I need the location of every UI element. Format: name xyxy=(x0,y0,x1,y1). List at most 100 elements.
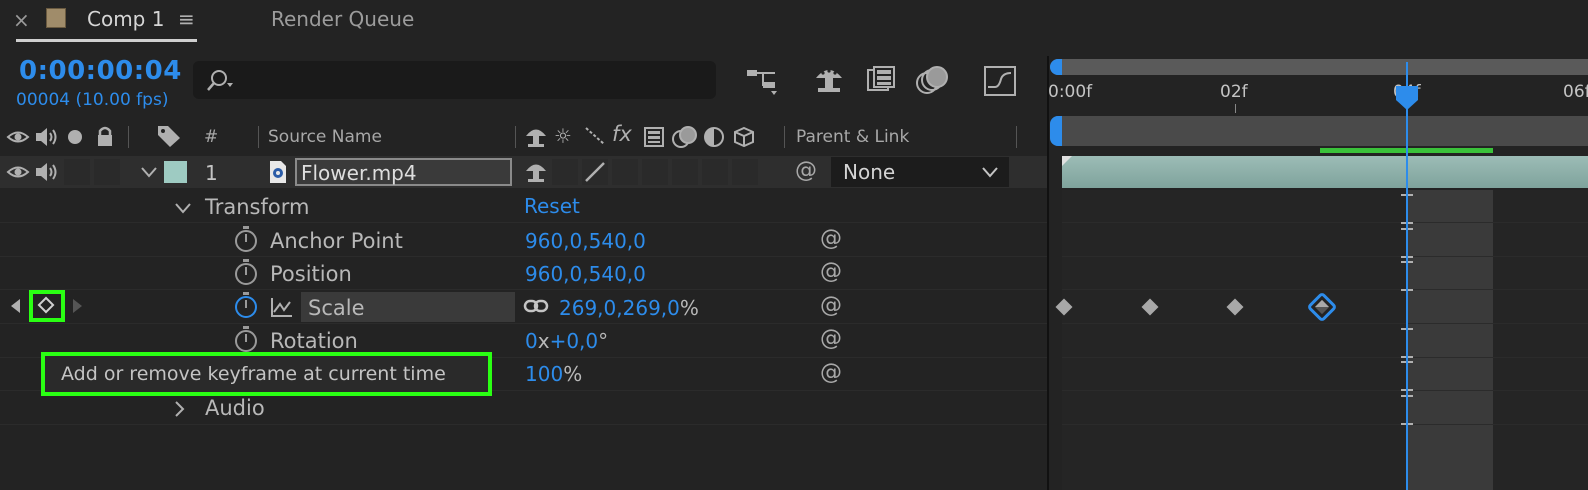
quality-header-icon xyxy=(585,127,605,145)
header-divider xyxy=(784,126,785,148)
current-time-display[interactable]: 0:00:00:04 xyxy=(19,56,182,86)
scale-pickwhip-icon[interactable]: @ xyxy=(820,293,842,318)
3d-layer-header-icon xyxy=(734,126,754,148)
ruler-label-start: 0:00f xyxy=(1048,82,1093,102)
work-area-shade xyxy=(1408,190,1493,490)
tab-comp-1[interactable]: Comp 1 xyxy=(87,7,164,31)
layer-lock-toggle[interactable] xyxy=(94,159,120,185)
anchor-point-stopwatch-icon[interactable] xyxy=(235,226,257,252)
layer-label-color-swatch[interactable] xyxy=(164,161,187,183)
playhead-handle-icon[interactable] xyxy=(1394,84,1420,112)
layer-index: 1 xyxy=(205,161,218,185)
rotation-value[interactable]: 0x+0,0° xyxy=(525,329,608,353)
position-value[interactable]: 960,0,540,0 xyxy=(525,262,646,286)
layer-duration-bar[interactable] xyxy=(1062,156,1588,188)
header-divider xyxy=(258,126,259,148)
row-divider xyxy=(0,424,1048,425)
layer-quality-switch[interactable] xyxy=(582,159,608,185)
work-area-bar[interactable] xyxy=(1050,116,1588,146)
layer-audio-icon[interactable] xyxy=(34,161,60,183)
active-tab-underline xyxy=(16,39,197,42)
solo-header-icon xyxy=(68,130,82,144)
frame-blending-icon[interactable] xyxy=(866,66,896,94)
previous-keyframe-icon[interactable] xyxy=(9,298,21,314)
anchor-point-pickwhip-icon[interactable]: @ xyxy=(820,226,842,251)
next-keyframe-icon[interactable] xyxy=(72,298,84,314)
label-header-icon xyxy=(158,126,180,147)
layer-solo-toggle[interactable] xyxy=(64,159,90,185)
chevron-down-icon xyxy=(982,167,998,178)
frame-blend-header-icon xyxy=(644,127,664,147)
parent-dropdown-value: None xyxy=(843,160,896,184)
shy-header-icon xyxy=(526,129,546,147)
time-navigator-bar[interactable] xyxy=(1050,59,1588,75)
position-pickwhip-icon[interactable]: @ xyxy=(820,259,842,284)
scale-stopwatch-icon[interactable] xyxy=(235,292,257,318)
header-divider xyxy=(515,126,516,148)
layer-shy-switch-icon[interactable] xyxy=(524,160,548,184)
track-divider xyxy=(1062,424,1588,425)
collapse-header-icon: ☼ xyxy=(554,124,572,148)
ruler-tick xyxy=(1235,104,1236,113)
layer-expand-chevron-icon[interactable] xyxy=(140,165,158,179)
anchor-point-value[interactable]: 960,0,540,0 xyxy=(525,229,646,253)
layer-search-input[interactable] xyxy=(193,61,716,99)
column-number: # xyxy=(204,127,219,147)
column-parent-link[interactable]: Parent & Link xyxy=(796,127,909,147)
scale-value[interactable]: 269,0,269,0% xyxy=(559,296,699,320)
draft-3d-icon[interactable] xyxy=(812,64,846,96)
work-area-start-handle[interactable] xyxy=(1050,116,1062,146)
header-divider xyxy=(1016,126,1017,148)
parent-dropdown[interactable]: None xyxy=(831,157,1009,187)
audio-group-label[interactable]: Audio xyxy=(205,396,265,420)
track-divider xyxy=(1062,256,1588,257)
comp-icon xyxy=(46,8,66,28)
motion-blur-header-icon xyxy=(672,126,697,148)
track-divider xyxy=(1062,222,1588,223)
opacity-value[interactable]: 100% xyxy=(525,362,582,386)
scale-unit: % xyxy=(679,296,699,320)
tab-close-icon[interactable]: × xyxy=(13,8,30,32)
motion-blur-icon[interactable] xyxy=(915,65,949,95)
adjustment-header-icon xyxy=(704,127,724,147)
footage-file-icon xyxy=(270,161,286,183)
graph-editor-icon[interactable] xyxy=(983,65,1017,97)
position-label: Position xyxy=(270,262,352,286)
rotation-pickwhip-icon[interactable]: @ xyxy=(820,326,842,351)
playhead-line xyxy=(1406,62,1408,490)
row-divider xyxy=(0,289,1048,290)
ruler-label-06f: 06f xyxy=(1563,82,1588,102)
layer-name-field[interactable]: Flower.mp4 xyxy=(295,158,512,186)
rotation-stopwatch-icon[interactable] xyxy=(235,326,257,352)
opacity-pickwhip-icon[interactable]: @ xyxy=(820,360,842,385)
layer-parent-pickwhip-icon[interactable]: @ xyxy=(795,158,817,183)
row-divider xyxy=(0,323,1048,324)
panel-menu-icon[interactable]: ≡ xyxy=(178,7,195,31)
layer-visibility-eye-icon[interactable] xyxy=(6,163,30,181)
position-stopwatch-icon[interactable] xyxy=(235,259,257,285)
track-divider xyxy=(1062,289,1588,290)
track-area xyxy=(1062,190,1588,490)
layer-motion-blur-switch[interactable] xyxy=(672,159,698,185)
comp-flowchart-icon[interactable] xyxy=(745,66,783,96)
layer-frame-blend-switch[interactable] xyxy=(642,159,668,185)
layer-collapse-switch[interactable] xyxy=(552,159,578,185)
layer-effects-switch[interactable] xyxy=(612,159,638,185)
search-icon xyxy=(207,70,233,91)
opacity-unit: % xyxy=(563,362,583,386)
layer-3d-switch[interactable] xyxy=(732,159,758,185)
transform-expand-chevron-icon[interactable] xyxy=(174,201,192,215)
tab-render-queue[interactable]: Render Queue xyxy=(271,7,414,31)
scale-graph-icon[interactable] xyxy=(270,296,294,318)
column-source-name[interactable]: Source Name xyxy=(268,127,382,147)
video-visibility-header-icon xyxy=(6,131,30,143)
audio-expand-chevron-icon[interactable] xyxy=(173,400,185,418)
effects-header-icon: fx xyxy=(612,122,632,146)
layer-adjustment-switch[interactable] xyxy=(702,159,728,185)
transform-reset-link[interactable]: Reset xyxy=(524,194,580,218)
track-divider xyxy=(1062,323,1588,324)
constrain-proportions-link-icon[interactable] xyxy=(523,298,549,314)
transform-group-label[interactable]: Transform xyxy=(205,195,309,219)
time-navigator-start-handle[interactable] xyxy=(1050,59,1062,75)
layer-in-point-marker xyxy=(1062,156,1072,166)
